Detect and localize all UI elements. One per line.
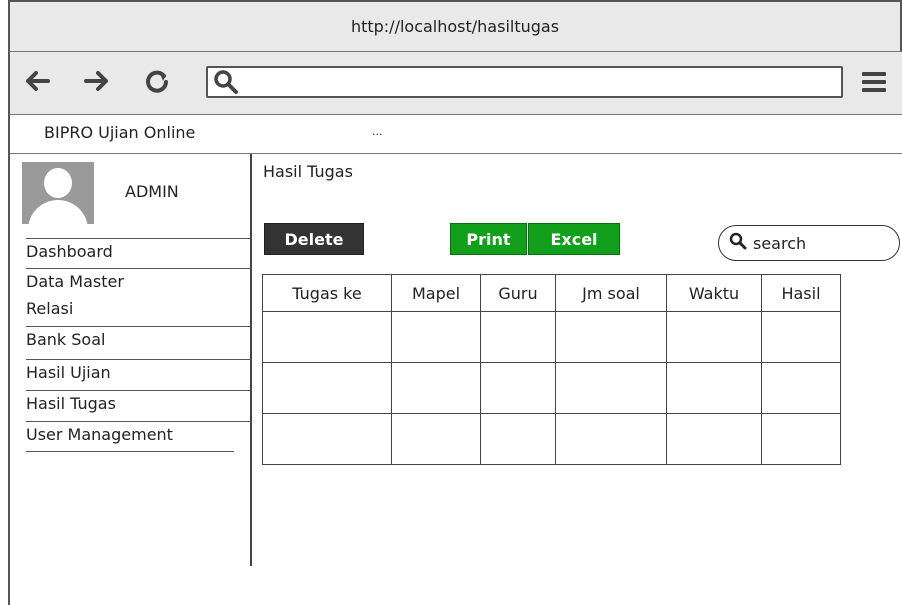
- sidebar-item-dashboard[interactable]: Dashboard: [26, 238, 252, 261]
- results-table: Tugas ke Mapel Guru Jm soal Waktu Hasil: [262, 274, 841, 465]
- app-header: BIPRO Ujian Online ...: [8, 115, 902, 154]
- sidebar-divider: [26, 451, 234, 452]
- sidebar-item-hasil-ujian[interactable]: Hasil Ujian: [26, 359, 252, 382]
- browser-window: http://localhost/hasiltugas BIPRO Ujian …: [8, 0, 902, 605]
- search-icon: [729, 232, 753, 254]
- window-title-url: http://localhost/hasiltugas: [350, 17, 560, 36]
- table-row[interactable]: [262, 413, 841, 465]
- table-cell: [761, 311, 841, 363]
- column-header-jm-soal[interactable]: Jm soal: [555, 274, 667, 312]
- sidebar-item-label: Data Master: [26, 272, 124, 291]
- user-name: ADMIN: [125, 182, 179, 201]
- table-cell: [555, 413, 667, 465]
- delete-button[interactable]: Delete: [264, 223, 364, 255]
- table-cell: [480, 413, 556, 465]
- sidebar-item-label: Bank Soal: [26, 330, 106, 349]
- print-button[interactable]: Print: [450, 223, 527, 255]
- sidebar-item-label: Relasi: [26, 299, 74, 318]
- excel-button[interactable]: Excel: [528, 223, 620, 255]
- sidebar-item-data-master[interactable]: Data Master: [26, 268, 252, 291]
- search-input[interactable]: search: [718, 225, 900, 261]
- table-cell: [761, 362, 841, 414]
- table-cell: [262, 311, 392, 363]
- table-cell: [262, 362, 392, 414]
- sidebar-item-bank-soal[interactable]: Bank Soal: [26, 326, 252, 349]
- user-avatar-icon: [22, 162, 94, 224]
- table-cell: [391, 311, 481, 363]
- search-icon: [212, 68, 240, 100]
- table-cell: [666, 362, 762, 414]
- table-row[interactable]: [262, 311, 841, 363]
- search-placeholder: search: [753, 233, 807, 253]
- sidebar-item-relasi[interactable]: Relasi: [26, 296, 252, 318]
- column-header-guru[interactable]: Guru: [480, 274, 556, 312]
- table-cell: [761, 413, 841, 465]
- column-header-hasil[interactable]: Hasil: [761, 274, 841, 312]
- sidebar-item-hasil-tugas[interactable]: Hasil Tugas: [26, 390, 252, 413]
- column-header-waktu[interactable]: Waktu: [666, 274, 762, 312]
- page-title: Hasil Tugas: [263, 162, 353, 181]
- table-cell: [555, 311, 667, 363]
- sidebar-item-label: Hasil Tugas: [26, 394, 116, 413]
- forward-arrow-icon[interactable]: [82, 66, 112, 103]
- table-row[interactable]: [262, 362, 841, 414]
- column-header-mapel[interactable]: Mapel: [391, 274, 481, 312]
- table-cell: [391, 362, 481, 414]
- sidebar-item-label: Dashboard: [26, 242, 113, 261]
- table-cell: [555, 362, 667, 414]
- sidebar-item-label: Hasil Ujian: [26, 363, 111, 382]
- sidebar-item-user-management[interactable]: User Management: [26, 421, 252, 444]
- app-menu-dots[interactable]: ...: [372, 125, 383, 138]
- column-header-tugas-ke[interactable]: Tugas ke: [262, 274, 392, 312]
- table-cell: [666, 311, 762, 363]
- sidebar-item-label: User Management: [26, 425, 173, 444]
- table-cell: [666, 413, 762, 465]
- table-cell: [480, 362, 556, 414]
- table-cell: [480, 311, 556, 363]
- hamburger-menu-icon[interactable]: [862, 72, 886, 96]
- refresh-icon[interactable]: [142, 66, 172, 103]
- table-header-row: Tugas ke Mapel Guru Jm soal Waktu Hasil: [262, 274, 841, 312]
- back-arrow-icon[interactable]: [22, 66, 52, 103]
- browser-toolbar: [8, 52, 902, 115]
- table-cell: [262, 413, 392, 465]
- address-bar[interactable]: [206, 66, 843, 98]
- browser-title-bar: http://localhost/hasiltugas: [8, 0, 902, 52]
- sidebar: ADMIN Dashboard Data Master Relasi Bank …: [10, 154, 252, 566]
- table-cell: [391, 413, 481, 465]
- app-name: BIPRO Ujian Online: [44, 123, 196, 142]
